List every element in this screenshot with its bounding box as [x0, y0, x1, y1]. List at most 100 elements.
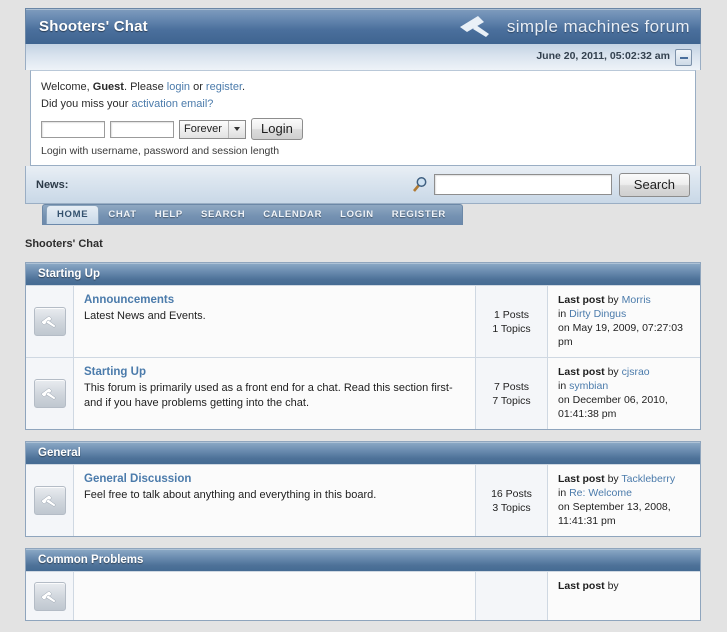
page-title: Shooters' Chat — [39, 18, 148, 35]
last-post-line-topic: in symbian — [558, 379, 692, 393]
news-search-bar: News: Search — [25, 166, 701, 204]
board-link[interactable]: Starting Up — [84, 366, 465, 378]
mallet-glyph-icon — [40, 494, 57, 507]
board-icon-cell — [26, 572, 74, 620]
last-post-author[interactable]: Tackleberry — [621, 473, 675, 485]
session-length-select[interactable]: Forever — [179, 119, 246, 139]
search-button[interactable]: Search — [618, 172, 690, 197]
username-input[interactable] — [41, 120, 105, 138]
welcome-prefix: Welcome, — [41, 81, 93, 93]
board-row: Starting Up This forum is primarily used … — [26, 357, 700, 429]
welcome-mid: . Please — [123, 81, 167, 93]
last-post-author[interactable]: cjsrao — [622, 366, 650, 378]
by-word: by — [604, 294, 622, 306]
search-area: Search — [411, 172, 690, 197]
last-post-author[interactable]: Morris — [622, 294, 651, 306]
chevron-down-icon — [228, 120, 245, 138]
last-post-label: Last post — [558, 473, 605, 485]
search-input[interactable] — [433, 174, 612, 195]
activation-email-link[interactable]: activation email? — [131, 98, 213, 110]
board-row: Last post by — [26, 571, 700, 620]
last-post-line-author: Last post by — [558, 579, 692, 593]
category-title: General — [38, 447, 81, 459]
board-description: Feel free to talk about anything and eve… — [84, 489, 377, 501]
forum-page: Shooters' Chat simple machines forum Jun… — [0, 0, 727, 621]
board-topic-count: 1 Topics — [492, 322, 531, 335]
last-post-topic[interactable]: symbian — [569, 380, 608, 392]
last-post-topic[interactable]: Dirty Dingus — [569, 308, 626, 320]
on-word: on — [558, 322, 573, 334]
register-link[interactable]: register — [206, 81, 242, 93]
board-post-count: 1 Posts — [493, 308, 530, 321]
board-description: This forum is primarily used as a front … — [84, 382, 453, 409]
tab-chat[interactable]: CHAT — [99, 205, 145, 224]
tab-register[interactable]: REGISTER — [383, 205, 455, 224]
mallet-icon — [459, 16, 489, 37]
last-post-label: Last post — [558, 366, 605, 378]
category-header[interactable]: Common Problems — [26, 549, 700, 571]
board-last-post: Last post by Tackleberry in Re: Welcome on… — [548, 465, 700, 536]
category-header[interactable]: Starting Up — [26, 263, 700, 285]
last-post-line-date: on May 19, 2009, 07:27:03 pm — [558, 321, 692, 349]
tab-home[interactable]: HOME — [46, 204, 100, 224]
board-icon — [33, 581, 66, 611]
activation-line: Did you miss your activation email? — [41, 97, 685, 111]
last-post-line-date: on December 06, 2010, 01:41:38 pm — [558, 393, 692, 421]
category-title: Common Problems — [38, 554, 144, 566]
board-icon-cell — [26, 465, 74, 536]
category-header[interactable]: General — [26, 442, 700, 464]
tab-search[interactable]: SEARCH — [192, 205, 254, 224]
last-post-line-date: on September 13, 2008, 11:41:31 pm — [558, 500, 692, 528]
activation-prefix: Did you miss your — [41, 98, 132, 110]
tab-calendar[interactable]: CALENDAR — [254, 205, 331, 224]
last-post-topic[interactable]: Re: Welcome — [569, 487, 632, 499]
board-last-post: Last post by cjsrao in symbian on December… — [548, 358, 700, 429]
on-word: on — [558, 394, 573, 406]
tab-login[interactable]: LOGIN — [331, 205, 383, 224]
period-text: . — [242, 81, 246, 93]
brand-text: simple machines forum — [506, 17, 690, 36]
last-post-line-author: Last post by Morris — [558, 293, 692, 307]
login-link[interactable]: login — [167, 81, 190, 93]
by-word: by — [604, 473, 622, 485]
board-topic-count: 3 Topics — [492, 501, 531, 514]
board-stats: 1 Posts 1 Topics — [476, 286, 548, 357]
last-post-line-author: Last post by cjsrao — [558, 365, 692, 379]
board-post-count: 7 Posts — [493, 380, 530, 393]
forum-frame: Shooters' Chat simple machines forum Jun… — [25, 8, 701, 204]
login-button[interactable]: Login — [251, 118, 303, 140]
current-datetime: June 20, 2011, 05:02:32 am — [536, 50, 670, 62]
title-bar: Shooters' Chat simple machines forum — [25, 8, 701, 44]
login-form: Forever Login — [41, 118, 685, 140]
last-post-date: September 13, 2008, 11:41:31 pm — [558, 501, 671, 527]
board-info: Starting Up This forum is primarily used … — [74, 358, 476, 429]
last-post-line-topic: in Re: Welcome — [558, 486, 692, 500]
mallet-glyph-icon — [40, 387, 57, 400]
tab-help[interactable]: HELP — [146, 205, 192, 224]
brand-logo: simple machines forum — [458, 15, 690, 39]
password-input[interactable] — [110, 120, 174, 138]
main-navigation: HOME CHAT HELP SEARCH CALENDAR LOGIN REGISTER — [42, 204, 463, 225]
board-icon-cell — [26, 358, 74, 429]
board-info: Announcements Latest News and Events. — [74, 286, 476, 357]
guest-name: Guest — [92, 81, 124, 93]
board-icon — [33, 486, 66, 515]
last-post-date: May 19, 2009, 07:27:03 pm — [558, 322, 683, 348]
board-topic-count: 7 Topics — [492, 394, 531, 407]
board-info: General Discussion Feel free to talk abou… — [74, 465, 476, 536]
by-word: by — [604, 580, 619, 592]
or-text: or — [190, 81, 206, 93]
board-icon-cell — [26, 286, 74, 357]
board-stats — [476, 572, 548, 620]
category-title: Starting Up — [38, 268, 100, 280]
board-row: Announcements Latest News and Events. 1 Po… — [26, 285, 700, 357]
collapse-icon[interactable] — [675, 49, 692, 66]
board-last-post: Last post by Morris in Dirty Dingus on May… — [548, 286, 700, 357]
category-section: Common Problems Last post by — [25, 548, 701, 621]
board-info — [74, 572, 476, 620]
board-link[interactable]: Announcements — [84, 294, 465, 306]
board-link[interactable]: General Discussion — [84, 473, 465, 485]
category-section: General General Discussion Feel free to ta… — [25, 441, 701, 537]
category-section: Starting Up Announcements Latest News and … — [25, 262, 701, 430]
board-index: Starting Up Announcements Latest News and … — [25, 262, 701, 632]
